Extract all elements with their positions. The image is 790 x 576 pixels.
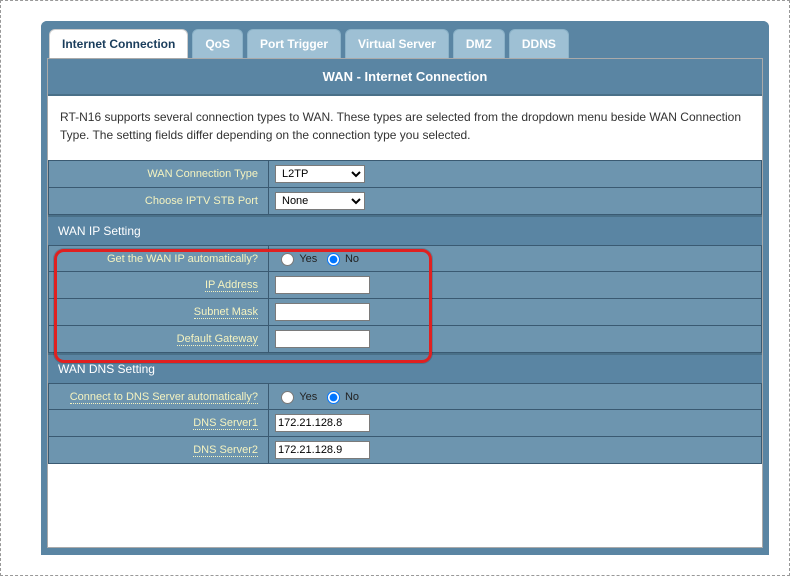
dns-auto-yes-label: Yes <box>299 391 317 403</box>
tab-ddns[interactable]: DDNS <box>509 29 569 58</box>
ip-address-label: IP Address <box>205 279 258 292</box>
tab-dmz[interactable]: DMZ <box>453 29 505 58</box>
dns-auto-no-radio[interactable] <box>327 391 340 404</box>
wan-ip-section-header: WAN IP Setting <box>48 215 762 245</box>
tab-qos[interactable]: QoS <box>192 29 243 58</box>
tab-strip: Internet Connection QoS Port Trigger Vir… <box>41 21 769 58</box>
page-description: RT-N16 supports several connection types… <box>48 96 762 160</box>
basic-settings-table: WAN Connection Type L2TP Choose IPTV STB… <box>48 160 762 215</box>
default-gateway-label: Default Gateway <box>177 333 258 346</box>
dns-auto-label: Connect to DNS Server automatically? <box>70 391 258 404</box>
tab-internet-connection[interactable]: Internet Connection <box>49 29 188 58</box>
wan-ip-auto-yes-radio[interactable] <box>281 253 294 266</box>
iptv-stb-select[interactable]: None <box>275 192 365 210</box>
dns-server2-label: DNS Server2 <box>193 444 258 457</box>
dns-server1-label: DNS Server1 <box>193 417 258 430</box>
subnet-mask-label: Subnet Mask <box>194 306 258 319</box>
page-title: WAN - Internet Connection <box>48 59 762 96</box>
tab-port-trigger[interactable]: Port Trigger <box>247 29 341 58</box>
dns-auto-no-label: No <box>345 391 359 403</box>
dns-server1-input[interactable] <box>275 414 370 432</box>
wan-dns-section: Connect to DNS Server automatically? Yes… <box>48 383 762 464</box>
iptv-stb-label: Choose IPTV STB Port <box>49 188 269 215</box>
default-gateway-input[interactable] <box>275 330 370 348</box>
wan-ip-auto-no-radio[interactable] <box>327 253 340 266</box>
wan-conn-type-label: WAN Connection Type <box>49 161 269 188</box>
wan-dns-section-header: WAN DNS Setting <box>48 353 762 383</box>
wan-ip-auto-label: Get the WAN IP automatically? <box>49 246 269 272</box>
subnet-mask-input[interactable] <box>275 303 370 321</box>
wan-ip-auto-yes-label: Yes <box>299 253 317 265</box>
dns-server2-input[interactable] <box>275 441 370 459</box>
wan-conn-type-select[interactable]: L2TP <box>275 165 365 183</box>
ip-address-input[interactable] <box>275 276 370 294</box>
dns-auto-yes-radio[interactable] <box>281 391 294 404</box>
wan-panel: Internet Connection QoS Port Trigger Vir… <box>41 21 769 555</box>
tab-virtual-server[interactable]: Virtual Server <box>345 29 449 58</box>
content-area: WAN - Internet Connection RT-N16 support… <box>47 58 763 548</box>
wan-ip-auto-no-label: No <box>345 253 359 265</box>
wan-ip-section: Get the WAN IP automatically? Yes No IP … <box>48 245 762 353</box>
